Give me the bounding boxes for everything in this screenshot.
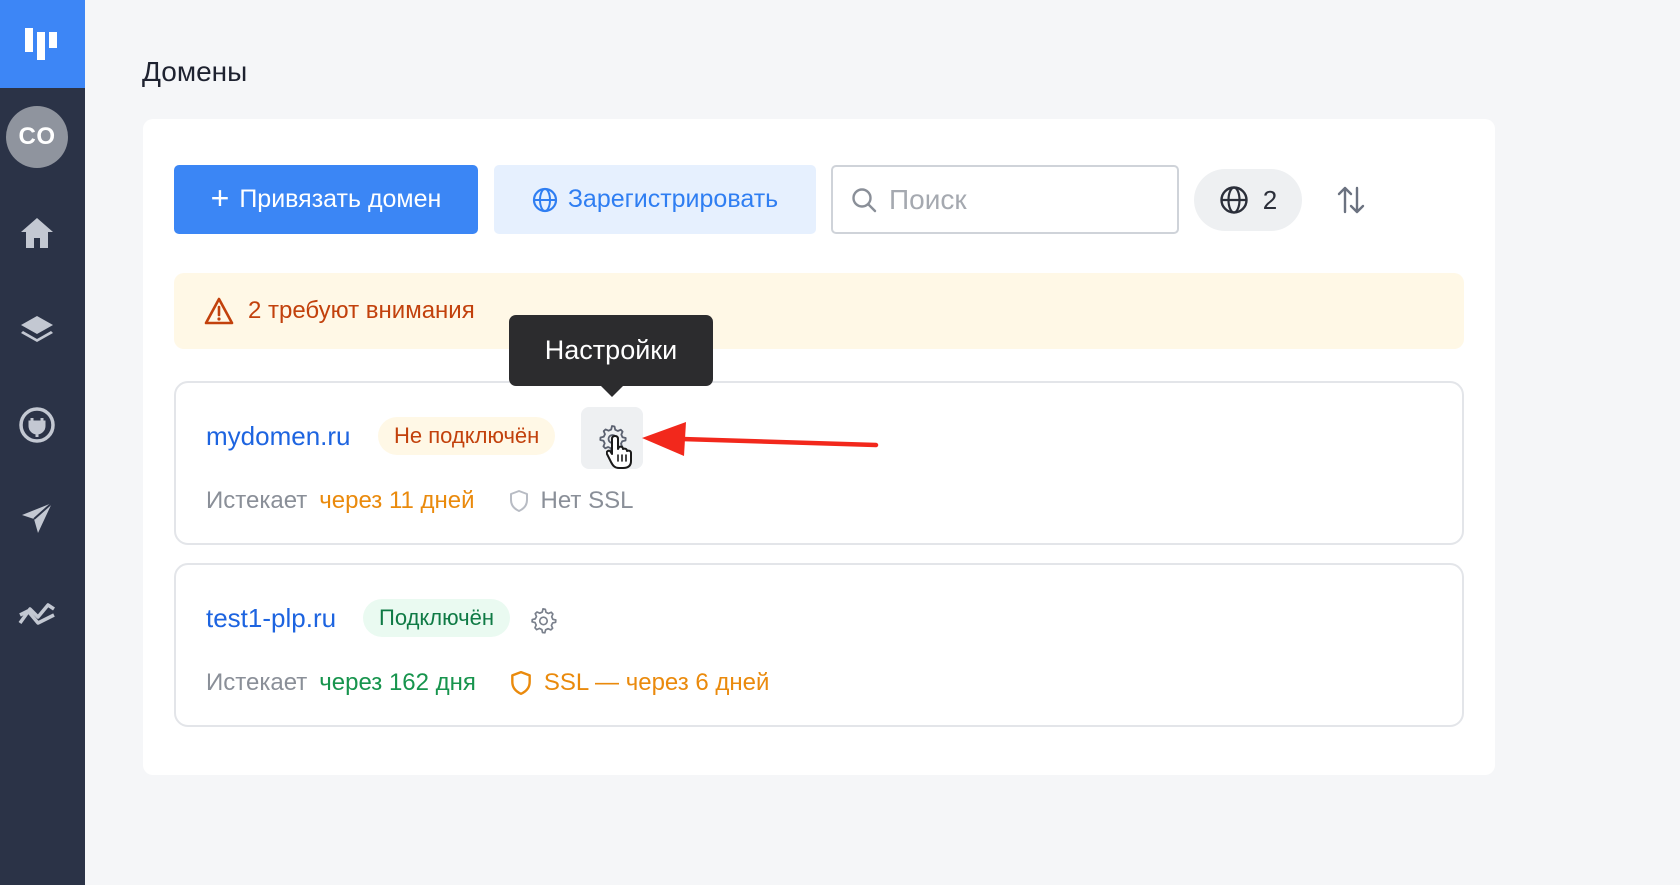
shield-icon (510, 670, 532, 696)
domain-count-filter[interactable]: 2 (1194, 169, 1302, 231)
logo-icon (24, 28, 57, 60)
settings-button[interactable] (512, 589, 574, 651)
analytics-icon[interactable] (15, 591, 59, 635)
search-icon (852, 187, 877, 212)
layers-icon[interactable] (15, 307, 59, 351)
expires-value: через 162 дня (319, 669, 476, 696)
domain-count: 2 (1262, 184, 1278, 215)
avatar[interactable]: CO (6, 106, 68, 168)
search-input[interactable] (889, 183, 1159, 216)
expires-value: через 11 дней (319, 487, 475, 514)
plus-icon: + (210, 180, 230, 216)
gear-icon (531, 607, 557, 634)
hand-cursor-icon (605, 434, 636, 475)
send-icon[interactable] (15, 496, 59, 540)
status-badge: Не подключён (378, 417, 556, 455)
domain-link[interactable]: mydomen.ru (206, 421, 351, 452)
expires-label: Истекает (206, 487, 308, 514)
sort-arrows-icon (1337, 186, 1365, 214)
warning-icon (204, 297, 234, 325)
search-field[interactable] (831, 165, 1179, 234)
ssl-status: SSL — через 6 дней (543, 669, 770, 696)
home-icon[interactable] (15, 211, 59, 255)
register-domain-label: Зарегистрировать (567, 185, 779, 213)
shield-icon (509, 489, 529, 513)
settings-tooltip: Настройки (509, 315, 713, 386)
ssl-status: Нет SSL (540, 487, 634, 514)
domain-meta: Истекает через 162 дня SSL — через 6 дне… (206, 669, 769, 697)
domain-meta: Истекает через 11 дней Нет SSL (206, 487, 633, 515)
status-badge: Подключён (363, 599, 510, 637)
globe-icon (532, 187, 557, 212)
page-title: Домены (142, 56, 248, 87)
expires-label: Истекает (206, 669, 308, 696)
app-logo[interactable] (0, 0, 85, 88)
sort-button[interactable] (1333, 181, 1369, 219)
register-domain-button[interactable]: Зарегистрировать (494, 165, 816, 234)
sidebar: CO (0, 0, 85, 885)
domain-card: test1-plp.ru Подключён Истекает через 16… (174, 563, 1464, 727)
attention-banner: 2 требуют внимания (174, 273, 1464, 349)
domain-link[interactable]: test1-plp.ru (206, 603, 336, 634)
plug-icon[interactable] (15, 403, 59, 447)
annotation-arrow-icon (642, 422, 879, 456)
globe-icon (1220, 186, 1248, 214)
attach-domain-label: Привязать домен (239, 185, 442, 213)
tooltip-tail (600, 385, 624, 397)
attention-text: 2 требуют внимания (248, 297, 475, 324)
attach-domain-button[interactable]: + Привязать домен (174, 165, 478, 234)
